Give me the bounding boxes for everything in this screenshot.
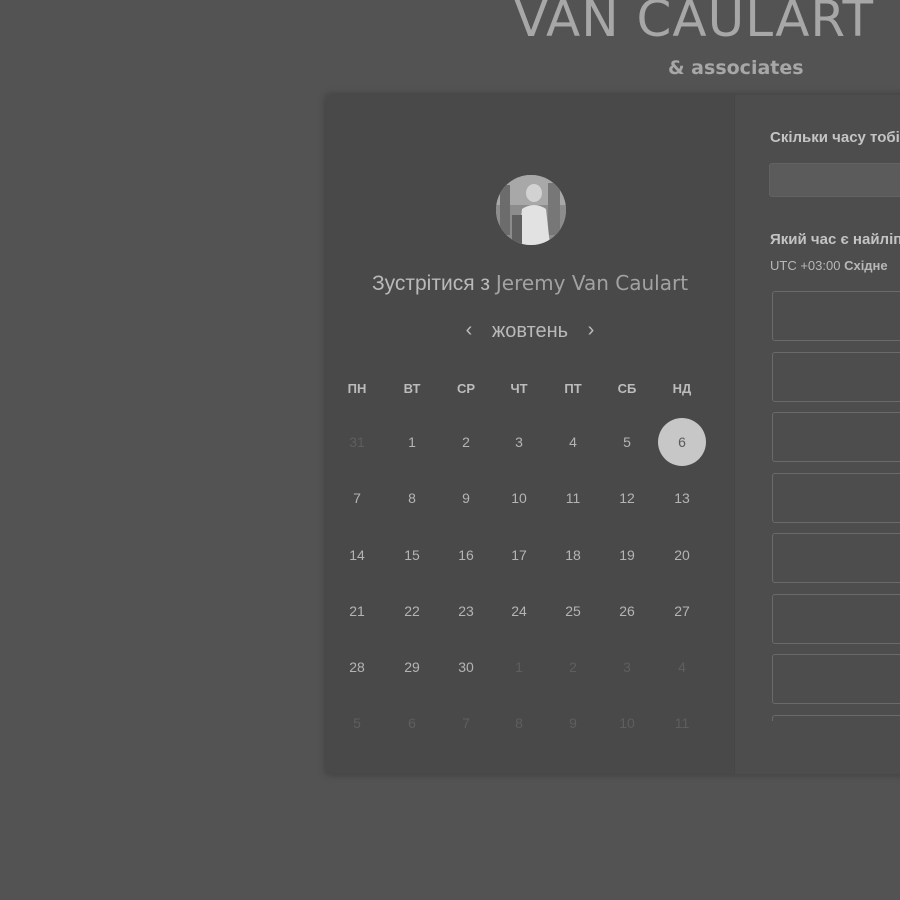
calendar-day[interactable]: 21 <box>333 587 381 635</box>
calendar-day[interactable]: 29 <box>388 643 436 691</box>
duration-select[interactable] <box>769 163 900 197</box>
calendar-day: 6 <box>408 715 416 731</box>
time-slot[interactable] <box>772 714 900 721</box>
time-slot[interactable] <box>772 593 900 644</box>
brand-logo: VAN CAULART <box>514 0 875 48</box>
weekday-header: ЧТ <box>510 381 528 396</box>
calendar-day[interactable]: 25 <box>549 587 597 635</box>
chevron-left-icon[interactable]: ‹ <box>458 319 481 341</box>
month-navigation: ‹ жовтень › <box>326 319 734 343</box>
calendar-day[interactable]: 20 <box>658 531 706 579</box>
calendar-day: 10 <box>619 715 635 731</box>
timezone-label: UTC +03:00 Східне <box>770 258 888 273</box>
brand-tagline: & associates <box>668 57 804 79</box>
time-slot[interactable] <box>772 412 900 462</box>
calendar-day: 5 <box>353 715 361 731</box>
calendar-day: 11 <box>674 715 690 731</box>
schedule-panel: Скільки часу тобі Який час є найліп UTC … <box>734 95 900 774</box>
calendar-day: 9 <box>569 715 577 731</box>
month-label: жовтень <box>491 320 569 342</box>
weekday-header: ВТ <box>403 381 421 396</box>
host-name: Jeremy Van Caulart <box>495 271 689 295</box>
calendar-day: 2 <box>569 659 577 675</box>
calendar-day[interactable]: 27 <box>658 587 706 635</box>
calendar-day[interactable]: 30 <box>442 643 490 691</box>
booking-page: VAN CAULART & associates Зустрітися з Je… <box>0 0 900 900</box>
meeting-title-prefix: Зустрітися з <box>371 272 491 295</box>
timezone-offset: UTC +03:00 <box>770 258 841 273</box>
calendar-day[interactable]: 3 <box>495 418 543 466</box>
meeting-title: Зустрітися з Jeremy Van Caulart <box>326 271 734 296</box>
calendar-day[interactable]: 11 <box>549 474 597 522</box>
weekday-header: ПТ <box>564 381 582 396</box>
calendar-day: 31 <box>349 434 365 450</box>
calendar-day[interactable]: 1 <box>388 418 436 466</box>
calendar-day[interactable]: 16 <box>442 531 490 579</box>
time-slot[interactable] <box>772 351 900 402</box>
weekday-header: НД <box>672 381 692 396</box>
calendar-day[interactable]: 7 <box>333 474 381 522</box>
calendar-day[interactable]: 18 <box>549 531 597 579</box>
calendar-day[interactable]: 10 <box>495 474 543 522</box>
calendar-day[interactable]: 13 <box>658 474 706 522</box>
calendar-day[interactable]: 9 <box>442 474 490 522</box>
weekday-header: СР <box>456 381 476 396</box>
time-slot[interactable] <box>772 472 900 523</box>
chevron-right-icon[interactable]: › <box>580 319 603 341</box>
calendar-day[interactable]: 5 <box>603 418 651 466</box>
duration-question: Скільки часу тобі <box>770 129 900 146</box>
calendar-day: 7 <box>462 715 470 731</box>
calendar-day[interactable]: 26 <box>603 587 651 635</box>
calendar-day[interactable]: 15 <box>388 531 436 579</box>
calendar-day[interactable]: 22 <box>388 587 436 635</box>
avatar <box>496 175 566 245</box>
time-slot[interactable] <box>772 654 900 704</box>
time-slot[interactable] <box>772 291 900 341</box>
calendar-day[interactable]: 23 <box>442 587 490 635</box>
calendar-day: 8 <box>515 715 523 731</box>
calendar-day[interactable]: 2 <box>442 418 490 466</box>
calendar-day[interactable]: 17 <box>495 531 543 579</box>
calendar-day[interactable]: 19 <box>603 531 651 579</box>
time-question: Який час є найліп <box>770 231 900 248</box>
timezone-name: Східне <box>844 258 888 273</box>
calendar-day[interactable]: 8 <box>388 474 436 522</box>
calendar-day[interactable]: 14 <box>333 531 381 579</box>
calendar-day: 3 <box>623 659 631 675</box>
calendar-day[interactable]: 4 <box>549 418 597 466</box>
calendar-day: 4 <box>678 659 686 675</box>
time-slot[interactable] <box>772 533 900 583</box>
weekday-header: СБ <box>617 381 637 396</box>
calendar-day[interactable]: 12 <box>603 474 651 522</box>
booking-card: Зустрітися з Jeremy Van Caulart ‹ жовтен… <box>326 95 900 774</box>
avatar-image <box>496 175 566 245</box>
calendar-panel: Зустрітися з Jeremy Van Caulart ‹ жовтен… <box>326 95 734 774</box>
time-slot-list <box>772 291 900 721</box>
calendar-day[interactable]: 28 <box>333 643 381 691</box>
selected-day[interactable]: 6 <box>658 418 706 466</box>
calendar-day: 1 <box>515 659 523 675</box>
weekday-header: ПН <box>347 381 367 396</box>
calendar-day[interactable]: 24 <box>495 587 543 635</box>
